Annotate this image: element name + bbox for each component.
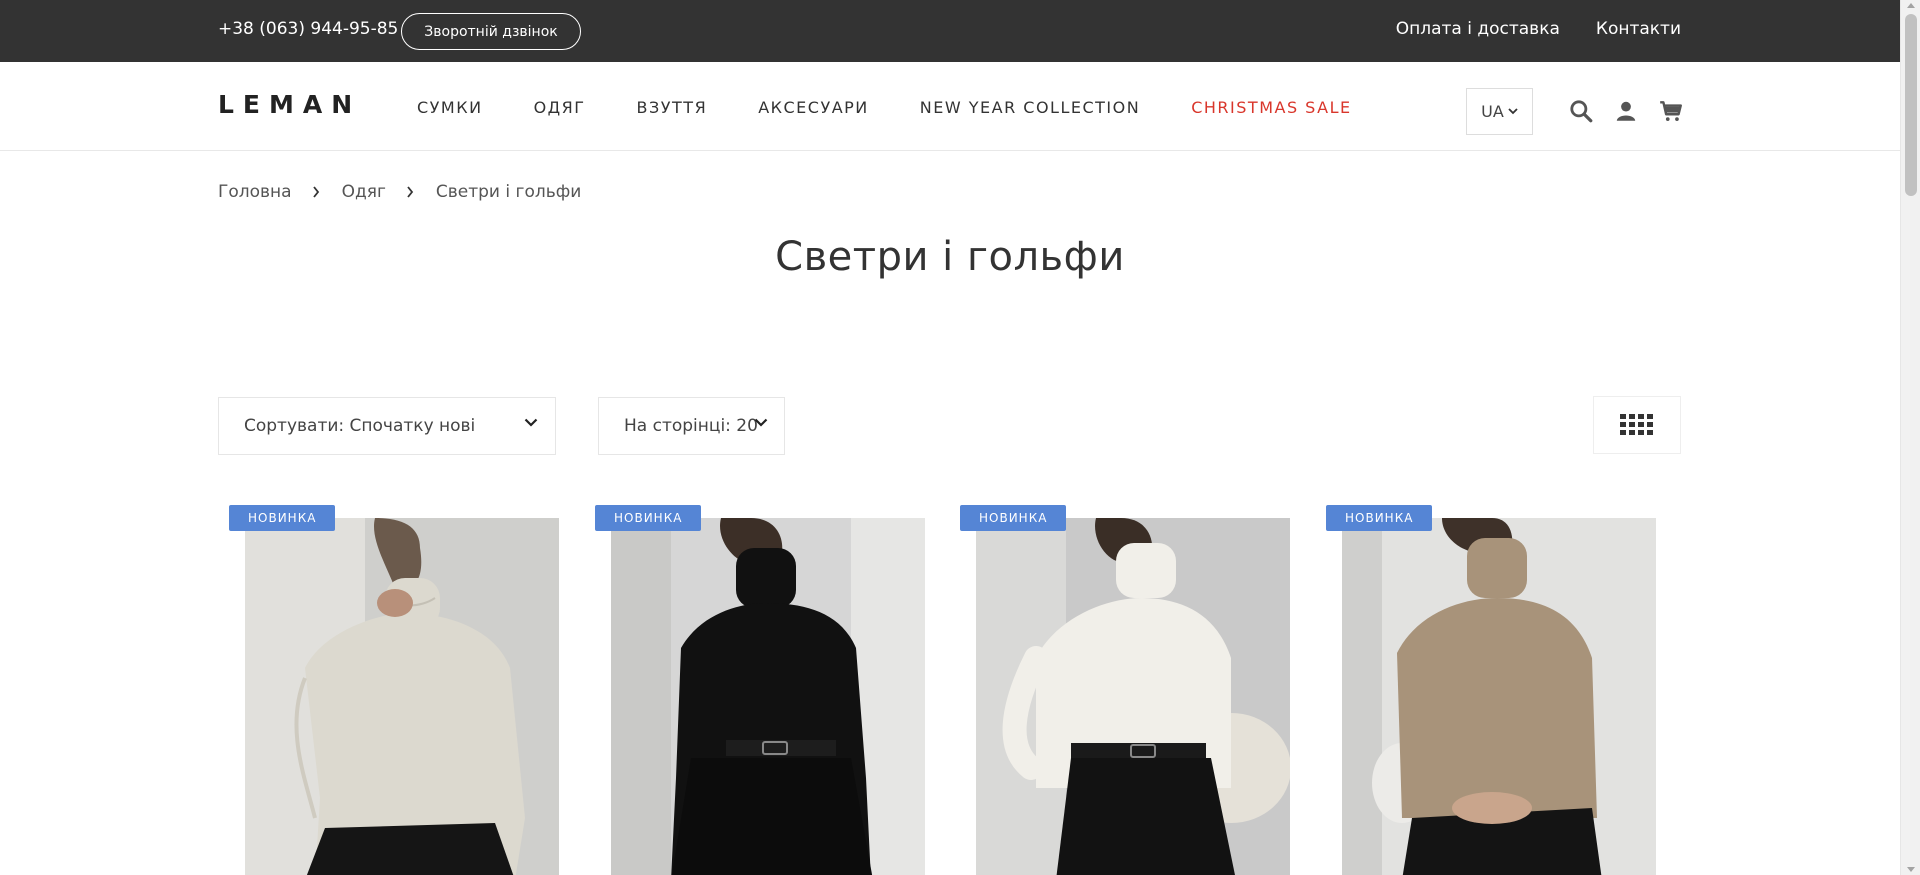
- nav-accessories[interactable]: АКСЕСУАРИ: [758, 98, 869, 117]
- per-page-select[interactable]: На сторінці: 20: [598, 397, 785, 455]
- payment-delivery-link[interactable]: Оплата і доставка: [1396, 19, 1560, 39]
- top-links: Оплата і доставка Контакти: [1396, 19, 1681, 39]
- sort-select[interactable]: Сортувати: Спочатку нові: [218, 397, 556, 455]
- nav-clothing[interactable]: ОДЯГ: [534, 98, 586, 117]
- top-bar: +38 (063) 944-95-85 Зворотній дзвінок Оп…: [0, 0, 1900, 62]
- product-card[interactable]: НОВИНКА: [584, 505, 925, 875]
- nav-new-year-collection[interactable]: NEW YEAR COLLECTION: [920, 98, 1140, 117]
- breadcrumb: Головна Одяг Светри і гольфи: [218, 182, 581, 202]
- nav-christmas-sale[interactable]: CHRISTMAS SALE: [1191, 98, 1351, 117]
- nav-shoes[interactable]: ВЗУТТЯ: [637, 98, 708, 117]
- product-card[interactable]: НОВИНКА: [949, 505, 1290, 875]
- main-nav: СУМКИ ОДЯГ ВЗУТТЯ АКСЕСУАРИ NEW YEAR COL…: [417, 98, 1352, 117]
- new-badge: НОВИНКА: [1326, 505, 1433, 531]
- callback-button[interactable]: Зворотній дзвінок: [401, 13, 581, 50]
- language-value: UA: [1481, 102, 1504, 121]
- breadcrumb-current: Светри і гольфи: [435, 182, 582, 202]
- product-image[interactable]: [611, 518, 925, 875]
- new-badge: НОВИНКА: [595, 505, 702, 531]
- main-header: LEMAN СУМКИ ОДЯГ ВЗУТТЯ АКСЕСУАРИ NEW YE…: [0, 62, 1900, 151]
- contacts-link[interactable]: Контакти: [1596, 19, 1681, 39]
- chevron-right-icon: [312, 186, 319, 198]
- chevron-down-icon: [1508, 108, 1518, 115]
- breadcrumb-clothing[interactable]: Одяг: [342, 182, 386, 202]
- scrollbar-thumb[interactable]: [1905, 14, 1917, 196]
- logo[interactable]: LEMAN: [218, 90, 361, 119]
- grid-view-icon: [1620, 414, 1653, 435]
- chevron-down-icon: [754, 418, 768, 427]
- product-image[interactable]: [1342, 518, 1656, 875]
- chevron-down-icon: [524, 418, 538, 427]
- grid-view-toggle[interactable]: [1593, 396, 1681, 454]
- search-icon[interactable]: [1568, 98, 1594, 124]
- product-card[interactable]: НОВИНКА: [218, 505, 559, 875]
- page-scrollbar[interactable]: [1900, 0, 1920, 875]
- product-image[interactable]: [245, 518, 559, 875]
- chevron-right-icon: [407, 186, 414, 198]
- cart-icon[interactable]: [1658, 98, 1684, 124]
- page-title: Светри і гольфи: [775, 234, 1125, 280]
- language-select[interactable]: UA: [1466, 88, 1533, 135]
- product-image[interactable]: [976, 518, 1290, 875]
- breadcrumb-home[interactable]: Головна: [218, 182, 292, 202]
- scroll-up-icon[interactable]: [1907, 3, 1915, 8]
- user-icon[interactable]: [1613, 98, 1639, 124]
- phone-number[interactable]: +38 (063) 944-95-85: [218, 19, 398, 39]
- scroll-down-icon[interactable]: [1907, 867, 1915, 872]
- product-card[interactable]: НОВИНКА: [1315, 505, 1656, 875]
- new-badge: НОВИНКА: [229, 505, 336, 531]
- per-page-label: На сторінці: 20: [624, 416, 758, 436]
- nav-bags[interactable]: СУМКИ: [417, 98, 483, 117]
- sort-label: Сортувати: Спочатку нові: [244, 416, 476, 436]
- new-badge: НОВИНКА: [960, 505, 1067, 531]
